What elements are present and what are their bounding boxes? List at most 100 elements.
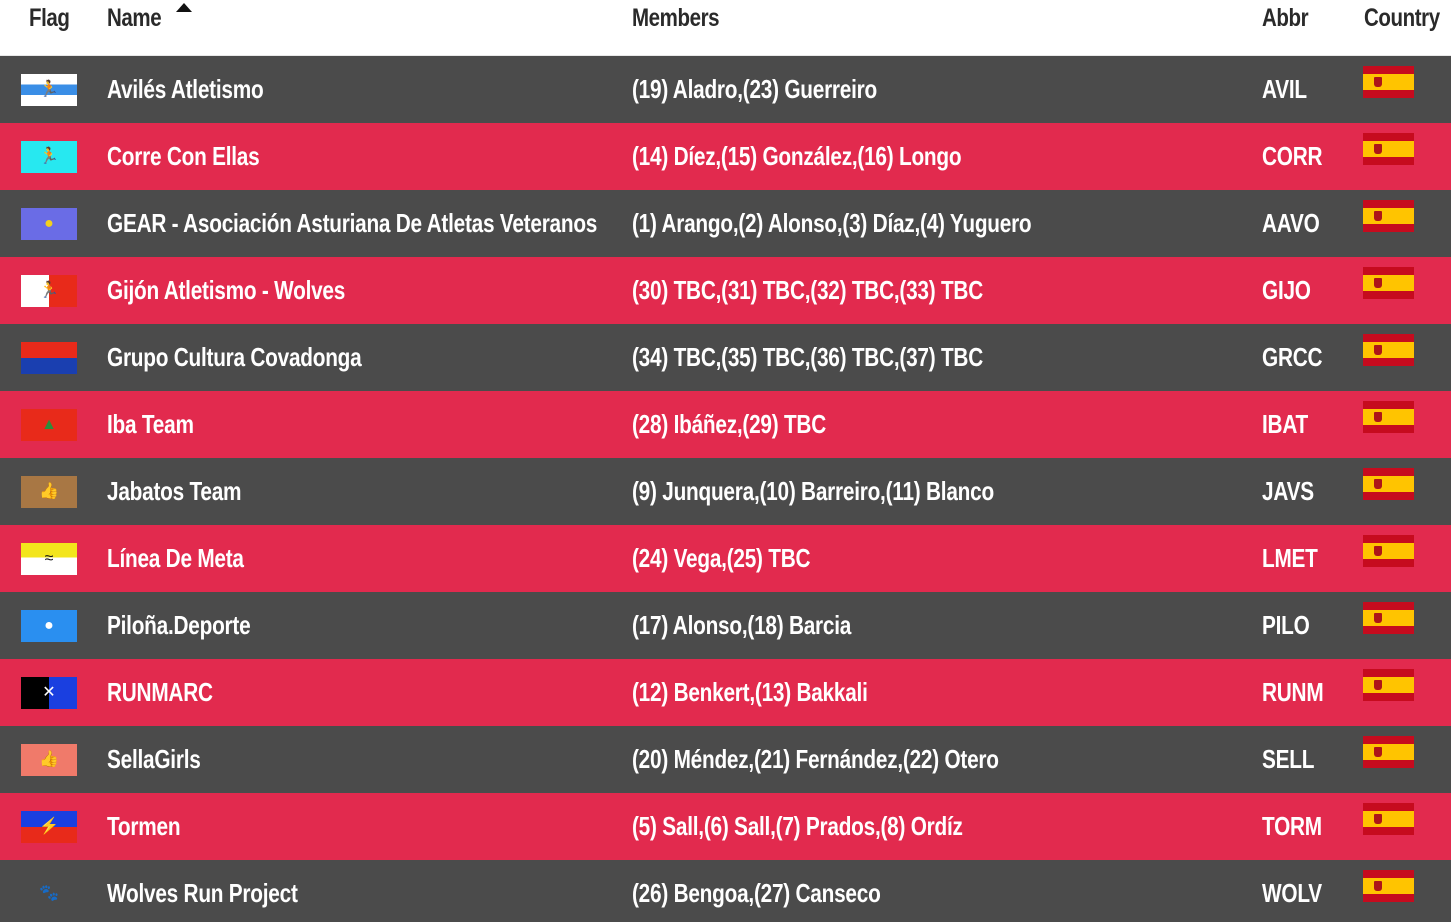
spain-flag-icon <box>1363 468 1414 500</box>
table-row[interactable]: 🐾 Wolves Run Project (26) Bengoa,(27) Cans… <box>0 860 1451 922</box>
coat-of-arms-icon <box>1374 412 1382 422</box>
team-members: (19) Aladro,(23) Guerreiro <box>632 74 877 104</box>
team-members: (30) TBC,(31) TBC,(32) TBC,(33) TBC <box>632 275 983 305</box>
team-abbr: TORM <box>1262 811 1322 841</box>
thumbs-up-icon: 👍 <box>39 751 59 768</box>
team-name: Tormen <box>107 811 181 841</box>
team-members: (20) Méndez,(21) Fernández,(22) Otero <box>632 744 999 774</box>
coat-of-arms-icon <box>1374 278 1382 288</box>
team-flag-stripes-icon <box>21 342 77 374</box>
cross-icon: ✕ <box>42 684 56 701</box>
team-members: (5) Sall,(6) Sall,(7) Prados,(8) Ordíz <box>632 811 963 841</box>
coat-of-arms-icon <box>1374 814 1382 824</box>
table-row[interactable]: Grupo Cultura Covadonga (34) TBC,(35) TBC… <box>0 324 1451 391</box>
spain-flag-icon <box>1363 66 1414 98</box>
team-members: (34) TBC,(35) TBC,(36) TBC,(37) TBC <box>632 342 983 372</box>
team-flag-circle-icon: ● <box>21 610 77 642</box>
team-name: Jabatos Team <box>107 476 242 506</box>
runner-icon: 🏃 <box>39 81 59 98</box>
mountain-icon: ▲ <box>41 416 57 433</box>
table-row[interactable]: 🏃 Avilés Atletismo (19) Aladro,(23) Guerre… <box>0 56 1451 123</box>
team-abbr: IBAT <box>1262 409 1309 439</box>
spain-flag-icon <box>1363 401 1414 433</box>
team-name: GEAR - Asociación Asturiana De Atletas V… <box>107 208 598 238</box>
coat-of-arms-icon <box>1374 680 1382 690</box>
team-abbr: RUNM <box>1262 677 1324 707</box>
team-flag-mountain-icon: ▲ <box>21 409 77 441</box>
team-name: Corre Con Ellas <box>107 141 260 171</box>
paw-icon: 🐾 <box>39 885 59 902</box>
table-row[interactable]: 👍 Jabatos Team (9) Junquera,(10) Barreiro,… <box>0 458 1451 525</box>
table-row[interactable]: ⚡ Tormen (5) Sall,(6) Sall,(7) Prados,(8) … <box>0 793 1451 860</box>
team-flag-thumbs-up-icon: 👍 <box>21 476 77 508</box>
team-flag-lightning-icon: ⚡ <box>21 811 77 843</box>
team-abbr: AVIL <box>1262 74 1307 104</box>
team-name: SellaGirls <box>107 744 201 774</box>
team-flag-star-circle-icon: ● <box>21 208 77 240</box>
spain-flag-icon <box>1363 870 1414 902</box>
thumbs-up-icon: 👍 <box>39 483 59 500</box>
spain-flag-icon <box>1363 267 1414 299</box>
coat-of-arms-icon <box>1374 881 1382 891</box>
table-row[interactable]: 🏃 Corre Con Ellas (14) Díez,(15) González,… <box>0 123 1451 190</box>
runner-icon: 🏃 <box>39 148 59 165</box>
spain-flag-icon <box>1363 535 1414 567</box>
header-abbr[interactable]: Abbr <box>1262 0 1309 36</box>
team-members: (28) Ibáñez,(29) TBC <box>632 409 826 439</box>
coat-of-arms-icon <box>1374 546 1382 556</box>
table-row[interactable]: 🏃 Gijón Atletismo - Wolves (30) TBC,(31) T… <box>0 257 1451 324</box>
team-name: Iba Team <box>107 409 194 439</box>
table-row[interactable]: ● Piloña.Deporte (17) Alonso,(18) Barcia PI… <box>0 592 1451 659</box>
circle-icon: ● <box>44 617 54 634</box>
header-flag[interactable]: Flag <box>29 0 70 36</box>
team-name: Gijón Atletismo - Wolves <box>107 275 346 305</box>
lightning-icon: ⚡ <box>39 818 59 835</box>
team-abbr: LMET <box>1262 543 1318 573</box>
team-abbr: CORR <box>1262 141 1323 171</box>
coat-of-arms-icon <box>1374 479 1382 489</box>
team-members: (14) Díez,(15) González,(16) Longo <box>632 141 962 171</box>
table-row[interactable]: 👍 SellaGirls (20) Méndez,(21) Fernández,(2… <box>0 726 1451 793</box>
team-name: Línea De Meta <box>107 543 244 573</box>
team-abbr: JAVS <box>1262 476 1314 506</box>
team-name: Avilés Atletismo <box>107 74 264 104</box>
team-flag-runner-icon: 🏃 <box>21 275 77 307</box>
team-members: (24) Vega,(25) TBC <box>632 543 811 573</box>
coat-of-arms-icon <box>1374 747 1382 757</box>
team-members: (1) Arango,(2) Alonso,(3) Díaz,(4) Yugue… <box>632 208 1032 238</box>
teams-table: Flag Name Members Abbr Country 🏃 Avilés A… <box>0 0 1451 922</box>
team-abbr: GIJO <box>1262 275 1311 305</box>
table-row[interactable]: ▲ Iba Team (28) Ibáñez,(29) TBC IBAT <box>0 391 1451 458</box>
team-flag-swimmer-icon: ≈ <box>21 543 77 575</box>
coat-of-arms-icon <box>1374 345 1382 355</box>
coat-of-arms-icon <box>1374 144 1382 154</box>
table-row[interactable]: ✕ RUNMARC (12) Benkert,(13) Bakkali RUNM <box>0 659 1451 726</box>
table-header: Flag Name Members Abbr Country <box>0 0 1451 56</box>
sort-ascending-icon[interactable] <box>176 3 192 12</box>
team-flag-cross-icon: ✕ <box>21 677 77 709</box>
header-members[interactable]: Members <box>632 0 720 36</box>
table-row[interactable]: ● GEAR - Asociación Asturiana De Atletas … <box>0 190 1451 257</box>
team-members: (26) Bengoa,(27) Canseco <box>632 878 881 908</box>
team-flag-thumbs-up-icon: 👍 <box>21 744 77 776</box>
spain-flag-icon <box>1363 133 1414 165</box>
spain-flag-icon <box>1363 736 1414 768</box>
swimmer-icon: ≈ <box>44 550 54 567</box>
coat-of-arms-icon <box>1374 77 1382 87</box>
stripes-icon <box>21 342 77 374</box>
team-flag-runner-icon: 🏃 <box>21 141 77 173</box>
team-name: Piloña.Deporte <box>107 610 251 640</box>
team-name: RUNMARC <box>107 677 213 707</box>
spain-flag-icon <box>1363 602 1414 634</box>
team-name: Grupo Cultura Covadonga <box>107 342 362 372</box>
team-flag-paw-icon: 🐾 <box>21 878 77 910</box>
team-abbr: WOLV <box>1262 878 1322 908</box>
spain-flag-icon <box>1363 669 1414 701</box>
spain-flag-icon <box>1363 334 1414 366</box>
team-members: (12) Benkert,(13) Bakkali <box>632 677 868 707</box>
header-name[interactable]: Name <box>107 0 162 36</box>
header-country[interactable]: Country <box>1364 0 1440 36</box>
table-row[interactable]: ≈ Línea De Meta (24) Vega,(25) TBC LMET <box>0 525 1451 592</box>
team-abbr: PILO <box>1262 610 1310 640</box>
team-flag-runner-icon: 🏃 <box>21 74 77 106</box>
